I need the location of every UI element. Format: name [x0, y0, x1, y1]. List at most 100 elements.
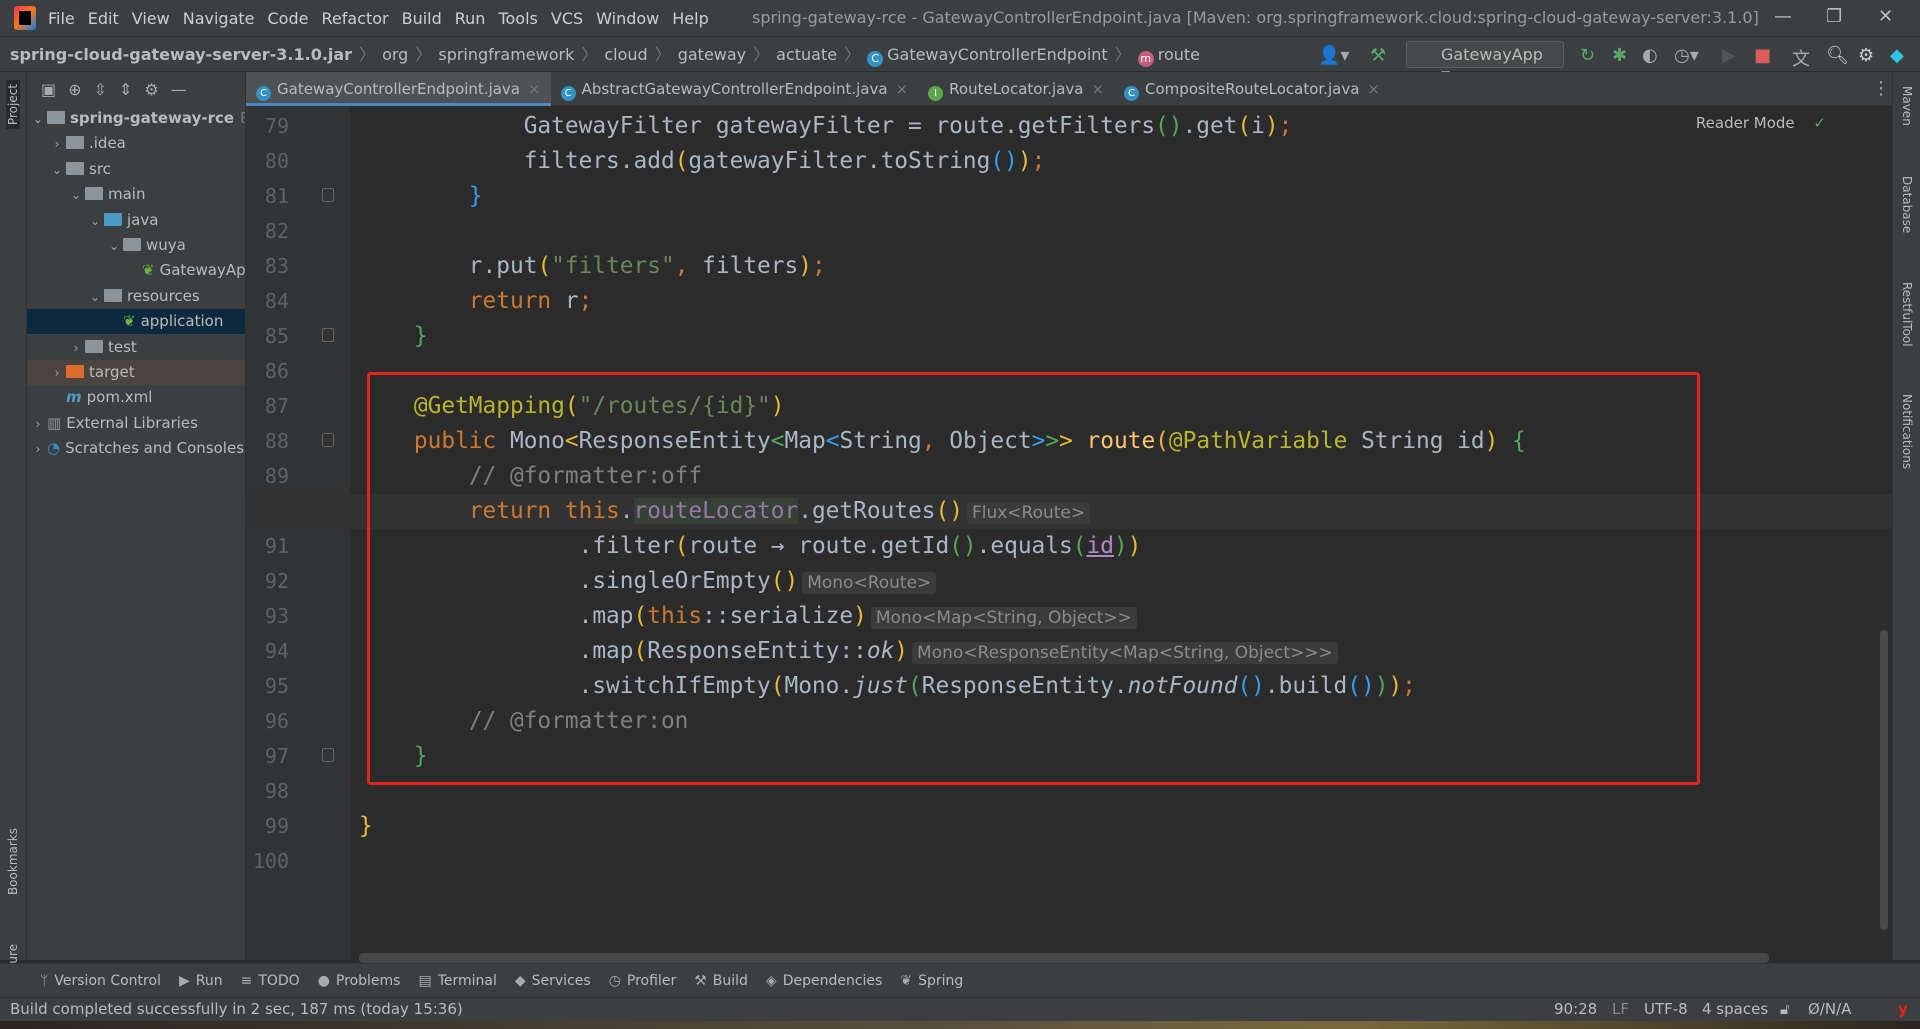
breadcrumb-item[interactable]: org	[382, 45, 408, 64]
menu-run[interactable]: Run	[455, 9, 486, 28]
menu-refactor[interactable]: Refactor	[321, 9, 388, 28]
tree-item[interactable]: ❦ GatewayApp	[27, 258, 245, 283]
fold-marker-icon[interactable]	[322, 188, 334, 202]
chevron-right-icon[interactable]: ›	[67, 336, 85, 361]
code-with-me-icon[interactable]: ◆	[1890, 45, 1904, 66]
run-configuration-dropdown[interactable]: GatewayApp ▼	[1406, 41, 1564, 82]
tool-window-todo[interactable]: ≡ TODO	[241, 973, 300, 989]
tree-item[interactable]: ⌄spring-gateway-rceE	[27, 106, 245, 132]
close-tab-icon[interactable]: ×	[896, 80, 909, 98]
menu-file[interactable]: File	[48, 9, 75, 28]
editor-tab[interactable]: C CompositeRouteLocator.java ×	[1114, 72, 1390, 106]
breadcrumb-item[interactable]: spring-cloud-gateway-server-3.1.0.jar	[10, 45, 352, 64]
tree-item[interactable]: ⌄ java	[27, 208, 245, 234]
tool-window-terminal[interactable]: ▤ Terminal	[418, 973, 496, 989]
reader-mode-toggle[interactable]: Reader Mode ✓	[1696, 114, 1826, 132]
chevron-down-icon[interactable]: ⌄	[67, 183, 85, 208]
maven-tool-button[interactable]: Maven	[1900, 86, 1914, 126]
translate-icon[interactable]: 文	[1792, 45, 1810, 71]
menu-code[interactable]: Code	[268, 9, 309, 28]
tree-item[interactable]: m pom.xml	[27, 385, 245, 410]
hide-icon[interactable]: —	[171, 80, 187, 99]
tool-window-run[interactable]: ▶ Run	[179, 973, 223, 989]
database-tool-button[interactable]: Database	[1900, 176, 1914, 233]
line-separator[interactable]: LF	[1612, 998, 1629, 1021]
rerun-icon[interactable]: ↻	[1580, 45, 1595, 66]
tree-item[interactable]: › ▥ External Libraries	[27, 411, 245, 436]
breadcrumb-item[interactable]: actuate	[776, 45, 837, 64]
project-tool-button[interactable]: Project	[6, 80, 20, 130]
breadcrumb-item[interactable]: cloud	[604, 45, 647, 64]
tree-item[interactable]: › target	[27, 360, 245, 386]
chevron-down-icon[interactable]: ⌄	[48, 158, 66, 183]
profile-icon[interactable]: ◷▾	[1674, 45, 1699, 66]
close-tab-icon[interactable]: ×	[1091, 80, 1104, 98]
coverage-icon[interactable]: ◐	[1642, 45, 1658, 66]
chevron-right-icon[interactable]: ›	[48, 361, 66, 386]
vertical-scrollbar[interactable]	[1880, 630, 1888, 930]
lock-icon[interactable]: 🔓︎	[1780, 998, 1790, 1021]
menu-help[interactable]: Help	[672, 9, 708, 28]
minimize-button[interactable]: —	[1774, 6, 1792, 27]
tree-item[interactable]: ❦ application	[27, 309, 245, 335]
fold-marker-icon[interactable]	[322, 433, 334, 447]
tree-item[interactable]: ⌄ src	[27, 157, 245, 183]
close-window-button[interactable]: ✕	[1878, 6, 1893, 27]
caret-position[interactable]: 90:28	[1554, 998, 1597, 1021]
chevron-right-icon[interactable]: ›	[29, 437, 47, 462]
tool-window-version-control[interactable]: ᛘ Version Control	[40, 973, 161, 989]
breadcrumb-item[interactable]: GatewayControllerEndpoint	[887, 45, 1108, 64]
menu-edit[interactable]: Edit	[88, 9, 119, 28]
tree-item[interactable]: › .idea	[27, 131, 245, 156]
editor-tab[interactable]: I RouteLocator.java ×	[918, 72, 1114, 106]
expand-all-icon[interactable]: ⇳	[94, 80, 107, 99]
collapse-all-icon[interactable]: ⇕	[119, 80, 132, 99]
gear-icon[interactable]: ⚙	[144, 80, 158, 99]
close-tab-icon[interactable]: ×	[528, 80, 541, 98]
restfultool-tool-button[interactable]: RestfulTool	[1900, 282, 1914, 347]
menu-tools[interactable]: Tools	[498, 9, 537, 28]
fold-marker-icon[interactable]	[322, 328, 334, 342]
fold-marker-icon[interactable]	[322, 748, 334, 762]
menu-build[interactable]: Build	[402, 9, 442, 28]
search-icon[interactable]: 🔍︎	[1826, 45, 1849, 66]
tree-item[interactable]: ⌄ resources	[27, 284, 245, 309]
tree-item[interactable]: › test	[27, 335, 245, 361]
menu-vcs[interactable]: VCS	[551, 9, 583, 28]
chevron-down-icon[interactable]: ⌄	[86, 209, 104, 234]
breadcrumb-item[interactable]: route	[1158, 45, 1200, 64]
breadcrumb-item[interactable]: gateway	[678, 45, 746, 64]
tool-window-profiler[interactable]: ◷ Profiler	[609, 973, 677, 989]
user-icon[interactable]: 👤▾	[1318, 45, 1349, 66]
resume-icon[interactable]: ▶	[1722, 45, 1736, 66]
debug-icon[interactable]: ✱	[1612, 45, 1627, 66]
tool-window-build[interactable]: ⚒ Build	[694, 973, 748, 989]
editor-tab[interactable]: C AbstractGatewayControllerEndpoint.java ×	[551, 72, 919, 106]
menu-window[interactable]: Window	[596, 9, 659, 28]
menu-view[interactable]: View	[132, 9, 170, 28]
chevron-down-icon[interactable]: ⌄	[105, 234, 123, 259]
close-tab-icon[interactable]: ×	[1367, 80, 1380, 98]
more-tabs-icon[interactable]: ⋮	[1872, 78, 1890, 99]
indent-setting[interactable]: 4 spaces	[1702, 998, 1768, 1021]
tree-item[interactable]: ⌄ wuya	[27, 233, 245, 259]
notifications-tool-button[interactable]: Notifications	[1900, 394, 1914, 469]
tree-item[interactable]: › ◔ Scratches and Consoles	[27, 436, 245, 462]
tree-item[interactable]: ⌄ main	[27, 182, 245, 208]
restore-button[interactable]: ❐	[1826, 6, 1842, 27]
build-hammer-icon[interactable]: ⚒	[1370, 45, 1386, 66]
tool-window-problems[interactable]: ● Problems	[318, 973, 401, 989]
tool-window-dependencies[interactable]: ◈ Dependencies	[766, 973, 882, 989]
file-encoding[interactable]: UTF-8	[1644, 998, 1688, 1021]
panel-layout-icon[interactable]: ▣	[41, 80, 56, 99]
tool-window-spring[interactable]: ❦ Spring	[900, 973, 963, 989]
gear-icon[interactable]: ⚙	[1858, 45, 1874, 66]
horizontal-scrollbar[interactable]	[359, 953, 1769, 963]
editor-tab[interactable]: C GatewayControllerEndpoint.java ×	[246, 72, 551, 106]
tool-window-services[interactable]: ◆ Services	[515, 973, 591, 989]
status-message[interactable]: Build completed successfully in 2 sec, 1…	[10, 998, 463, 1021]
breadcrumb-item[interactable]: springframework	[438, 45, 574, 64]
chevron-down-icon[interactable]: ⌄	[29, 107, 47, 132]
locate-icon[interactable]: ⊕	[68, 80, 81, 99]
stop-icon[interactable]: ■	[1754, 45, 1771, 66]
